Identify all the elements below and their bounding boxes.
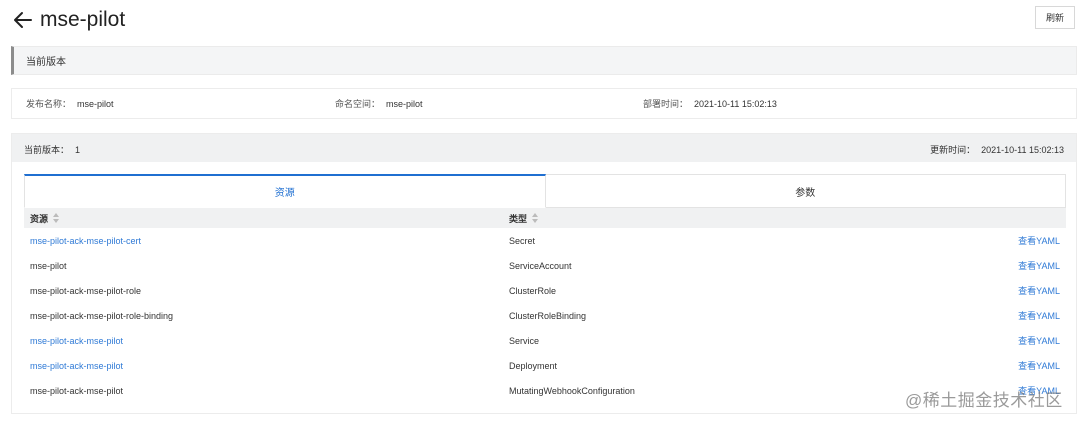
tab-resources[interactable]: 资源 <box>24 174 546 208</box>
table-header: 资源 类型 <box>24 208 1066 228</box>
table-row: mse-pilot-ack-mse-pilot Deployment 查看YAML <box>24 353 1066 378</box>
column-header-resource[interactable]: 资源 <box>30 208 60 228</box>
resource-name[interactable]: mse-pilot-ack-mse-pilot <box>30 353 123 378</box>
table-row: mse-pilot-ack-mse-pilot-role-binding Clus… <box>24 303 1066 328</box>
namespace-field: 命名空间： mse-pilot <box>335 89 423 118</box>
column-header-type[interactable]: 类型 <box>509 208 539 228</box>
column-resource-label: 资源 <box>30 213 49 224</box>
resource-name: mse-pilot-ack-mse-pilot-role-binding <box>30 310 174 321</box>
resource-table: 资源 类型 mse-pilot-ack-mse-pilot-cert Secret… <box>24 208 1066 403</box>
page-title: mse-pilot <box>40 8 126 31</box>
deploy-time-field: 部署时间： 2021-10-11 15:02:13 <box>643 89 777 118</box>
section-title: 当前版本 <box>11 46 1077 75</box>
update-time: 更新时间： 2021-10-11 15:02:13 <box>930 143 1064 156</box>
current-version: 当前版本： 1 <box>24 143 80 156</box>
sort-icon[interactable] <box>53 213 60 223</box>
table-row: mse-pilot-ack-mse-pilot-cert Secret 查看YAML <box>24 228 1066 253</box>
view-yaml-link[interactable]: 查看YAML <box>1018 328 1060 353</box>
resource-name[interactable]: mse-pilot-ack-mse-pilot <box>30 328 123 353</box>
view-yaml-link[interactable]: 查看YAML <box>1018 253 1060 278</box>
view-yaml-link[interactable]: 查看YAML <box>1018 303 1060 328</box>
deploy-time-label: 部署时间： <box>643 99 689 109</box>
resource-type: MutatingWebhookConfiguration <box>509 385 635 396</box>
arrow-left-icon[interactable] <box>12 9 34 31</box>
resource-type: Deployment <box>509 360 558 371</box>
version-header: 当前版本： 1 更新时间： 2021-10-11 15:02:13 <box>12 134 1076 162</box>
tab-bar: 资源 参数 <box>24 174 1066 208</box>
release-info-panel: 发布名称： mse-pilot 命名空间： mse-pilot 部署时间： 20… <box>11 88 1077 119</box>
current-version-label: 当前版本： <box>24 145 70 155</box>
current-version-value: 1 <box>75 145 81 155</box>
update-time-label: 更新时间： <box>930 145 976 155</box>
column-type-label: 类型 <box>509 213 528 224</box>
watermark: @稀土掘金技术社区 <box>905 391 1063 410</box>
resource-type: ClusterRole <box>509 285 557 296</box>
namespace-label: 命名空间： <box>335 99 381 109</box>
resource-type: ClusterRoleBinding <box>509 310 587 321</box>
table-row: mse-pilot-ack-mse-pilot Service 查看YAML <box>24 328 1066 353</box>
release-name-label: 发布名称： <box>26 99 72 109</box>
tab-parameters[interactable]: 参数 <box>545 174 1066 208</box>
resource-type: Service <box>509 335 540 346</box>
version-panel: 当前版本： 1 更新时间： 2021-10-11 15:02:13 资源 参数 资源… <box>11 133 1077 414</box>
resource-name: mse-pilot-ack-mse-pilot <box>30 385 124 396</box>
update-time-value: 2021-10-11 15:02:13 <box>981 145 1064 155</box>
sort-icon[interactable] <box>532 213 539 223</box>
refresh-button[interactable]: 刷新 <box>1035 6 1075 29</box>
release-name-field: 发布名称： mse-pilot <box>26 89 114 118</box>
view-yaml-link[interactable]: 查看YAML <box>1018 353 1060 378</box>
table-row: mse-pilot-ack-mse-pilot-role ClusterRole 查… <box>24 278 1066 303</box>
release-name-value: mse-pilot <box>77 98 114 109</box>
page-header: mse-pilot 刷新 <box>0 0 1080 42</box>
table-body: mse-pilot-ack-mse-pilot-cert Secret 查看YAML… <box>24 228 1066 403</box>
table-row: mse-pilot ServiceAccount 查看YAML <box>24 253 1066 278</box>
view-yaml-link[interactable]: 查看YAML <box>1018 278 1060 303</box>
deploy-time-value: 2021-10-11 15:02:13 <box>694 98 777 109</box>
resource-type: ServiceAccount <box>509 260 572 271</box>
resource-name[interactable]: mse-pilot-ack-mse-pilot-cert <box>30 228 141 253</box>
resource-type: Secret <box>509 235 536 246</box>
view-yaml-link[interactable]: 查看YAML <box>1018 228 1060 253</box>
namespace-value: mse-pilot <box>386 98 423 109</box>
resource-name: mse-pilot <box>30 260 67 271</box>
resource-name: mse-pilot-ack-mse-pilot-role <box>30 285 142 296</box>
